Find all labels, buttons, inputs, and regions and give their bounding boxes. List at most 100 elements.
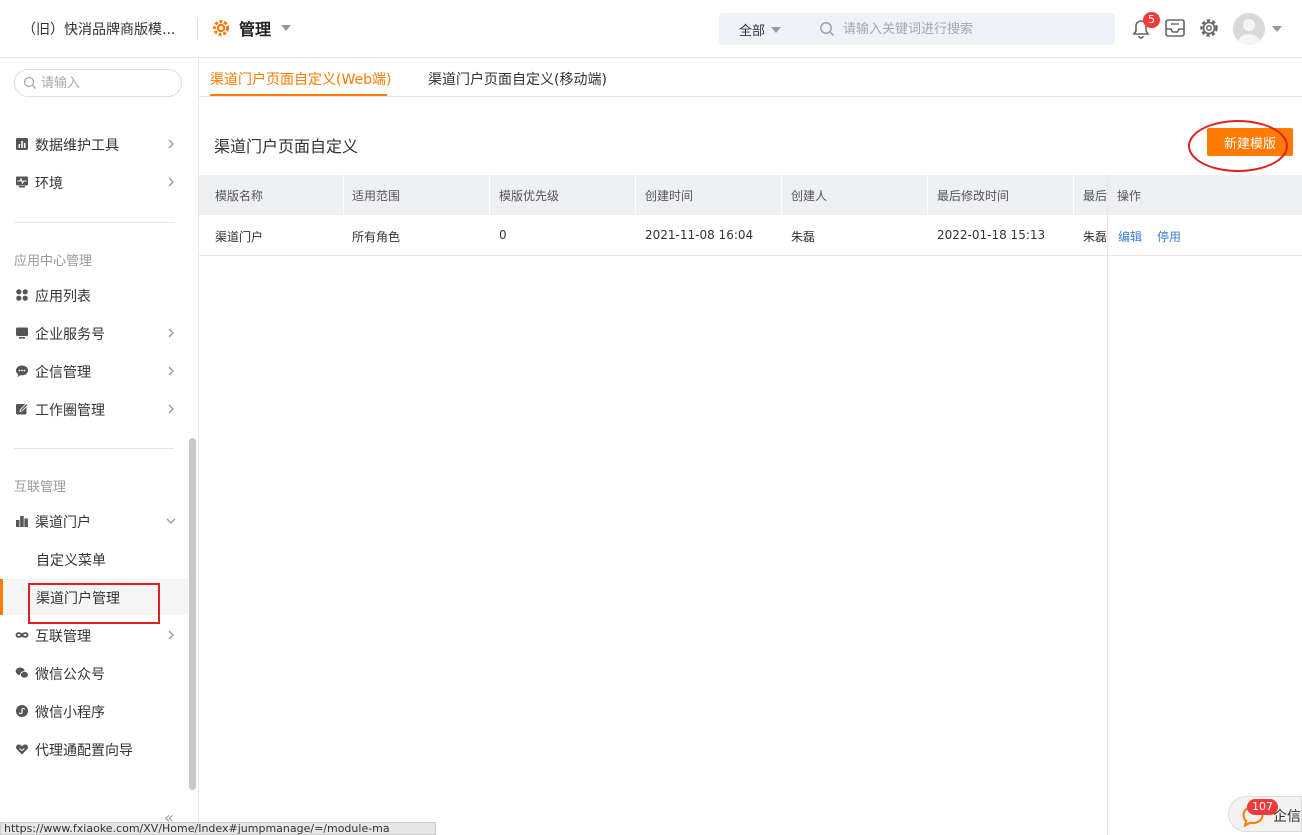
sidebar-item-label: 环境 [35,176,63,192]
sidebar-item-wechat-official[interactable]: 微信公众号 [0,655,188,691]
chevron-right-icon [168,630,174,640]
inbox-button[interactable] [1161,14,1189,42]
column-separator [343,175,344,215]
cell-modifier: 朱磊 [1083,230,1108,244]
sidebar-item-channel-portal[interactable]: 渠道门户 [0,503,188,539]
top-header: （旧）快消品牌商版模... 管理 全部 请输入关键词进行搜索 5 [0,0,1302,58]
sidebar-item-label: 互联管理 [35,629,91,645]
sidebar-item-messaging[interactable]: 企信管理 [0,353,188,389]
sidebar-item-label: 应用列表 [35,289,91,305]
page-title: 渠道门户页面自定义 [214,137,359,156]
column-separator [635,175,636,215]
column-header: 创建人 [791,189,828,203]
global-search: 全部 [719,13,1115,45]
monitor-pulse-icon [16,176,28,188]
disable-link[interactable]: 停用 [1157,228,1181,245]
edit-icon [16,402,29,415]
settings-button[interactable] [1195,14,1223,42]
sidebar-item-agent-config-guide[interactable]: 代理通配置向导 [0,731,188,767]
inbox-icon [1165,19,1185,37]
chevron-down-icon [771,26,782,33]
sidebar-item-custom-menu[interactable]: 自定义菜单 [0,541,188,577]
gear-icon [1200,19,1218,37]
sidebar-item-data-tools[interactable]: 数据维护工具 [0,126,188,162]
miniprogram-icon [16,705,28,717]
sidebar-item-label: 数据维护工具 [35,138,119,154]
messenger-float-button[interactable]: 107 企信 [1228,796,1302,832]
column-header: 最后 [1083,189,1108,203]
heart-hands-icon [16,744,28,755]
chevron-down-icon[interactable] [1272,26,1282,32]
cell-scope: 所有角色 [352,230,401,244]
sidebar-item-label: 代理通配置向导 [35,743,133,759]
sidebar-item-work-circle[interactable]: 工作圈管理 [0,391,188,427]
column-separator [781,175,782,215]
sidebar-item-label: 企信管理 [35,365,91,381]
chevron-right-icon [168,177,174,187]
bar-chart-icon [16,138,28,150]
tab-web[interactable]: 渠道门户页面自定义(Web端) [210,69,391,89]
group-title-interconnect: 互联管理 [14,480,67,495]
sidebar-item-environment[interactable]: 环境 [0,164,188,200]
sidebar-item-label: 微信公众号 [35,667,105,683]
column-separator [1073,175,1074,215]
sidebar-item-label: 自定义菜单 [36,553,106,569]
sidebar-search [14,69,182,97]
new-template-button[interactable]: 新建模版 [1207,128,1293,156]
chevron-right-icon [168,404,174,414]
cell-creator: 朱磊 [791,230,816,244]
chevron-down-icon [281,25,292,31]
infinity-icon [15,632,29,638]
user-avatar[interactable] [1233,13,1265,45]
cell-priority: 0 [499,228,507,242]
cell-created-time: 2021-11-08 16:04 [645,228,754,242]
column-header: 创建时间 [645,189,694,203]
annotation-highlight-box [28,583,160,624]
sidebar-scrollbar[interactable] [189,438,196,790]
group-title-app-center: 应用中心管理 [14,254,93,269]
search-icon [23,76,36,89]
notification-button[interactable]: 5 [1127,12,1160,42]
wechat-icon [15,667,29,679]
sidebar-item-label: 渠道门户 [35,515,91,531]
sidebar-item-label: 工作圈管理 [35,403,105,419]
cell-modified-time: 2022-01-18 15:13 [937,228,1046,242]
status-bar-url: https://www.fxiaoke.com/XV/Home/Index#ju… [0,822,436,835]
header-divider [197,18,198,40]
chevron-right-icon [168,328,174,338]
main-content: 渠道门户页面自定义(Web端) 渠道门户页面自定义(移动端) 渠道门户页面自定义… [199,58,1302,835]
sidebar-item-wechat-miniprogram[interactable]: 微信小程序 [0,693,188,729]
buildings-icon [16,516,28,527]
sidebar-divider [14,222,174,223]
actions-column: 编辑 停用 [1107,175,1302,835]
sidebar-item-enterprise-service[interactable]: 企业服务号 [0,315,188,351]
grid-apps-icon [16,289,28,301]
manage-gear-icon [213,20,229,36]
cell-template-name: 渠道门户 [215,230,264,244]
search-scope-label: 全部 [739,24,766,39]
column-header: 模版名称 [215,189,264,203]
sidebar-search-input[interactable] [41,73,171,93]
chevron-down-icon [166,518,176,524]
chevron-right-icon [168,366,174,376]
edit-link[interactable]: 编辑 [1118,228,1142,245]
chevron-right-icon [168,139,174,149]
app-switcher[interactable]: 管理 [212,16,292,40]
column-header: 适用范围 [352,189,401,203]
search-scope-select[interactable]: 全部 [739,20,782,39]
column-header: 最后修改时间 [937,189,1010,203]
column-header: 模版优先级 [499,189,560,203]
global-search-input[interactable] [843,17,1103,41]
monitor-icon [16,327,28,339]
tab-mobile[interactable]: 渠道门户页面自定义(移动端) [428,69,607,89]
org-name[interactable]: （旧）快消品牌商版模... [22,19,182,39]
messenger-label: 企信 [1273,809,1301,825]
sidebar-item-label: 企业服务号 [35,327,105,343]
tab-active-indicator [210,94,387,96]
sidebar-item-label: 微信小程序 [35,705,105,721]
app-root: （旧）快消品牌商版模... 管理 全部 请输入关键词进行搜索 5 请输入 数据维… [0,0,1302,835]
column-separator [927,175,928,215]
sidebar-item-app-list[interactable]: 应用列表 [0,277,188,313]
sidebar: 数据维护工具 环境 应用中心管理 应用列表 [0,58,199,835]
chat-bubble-icon [16,365,28,377]
